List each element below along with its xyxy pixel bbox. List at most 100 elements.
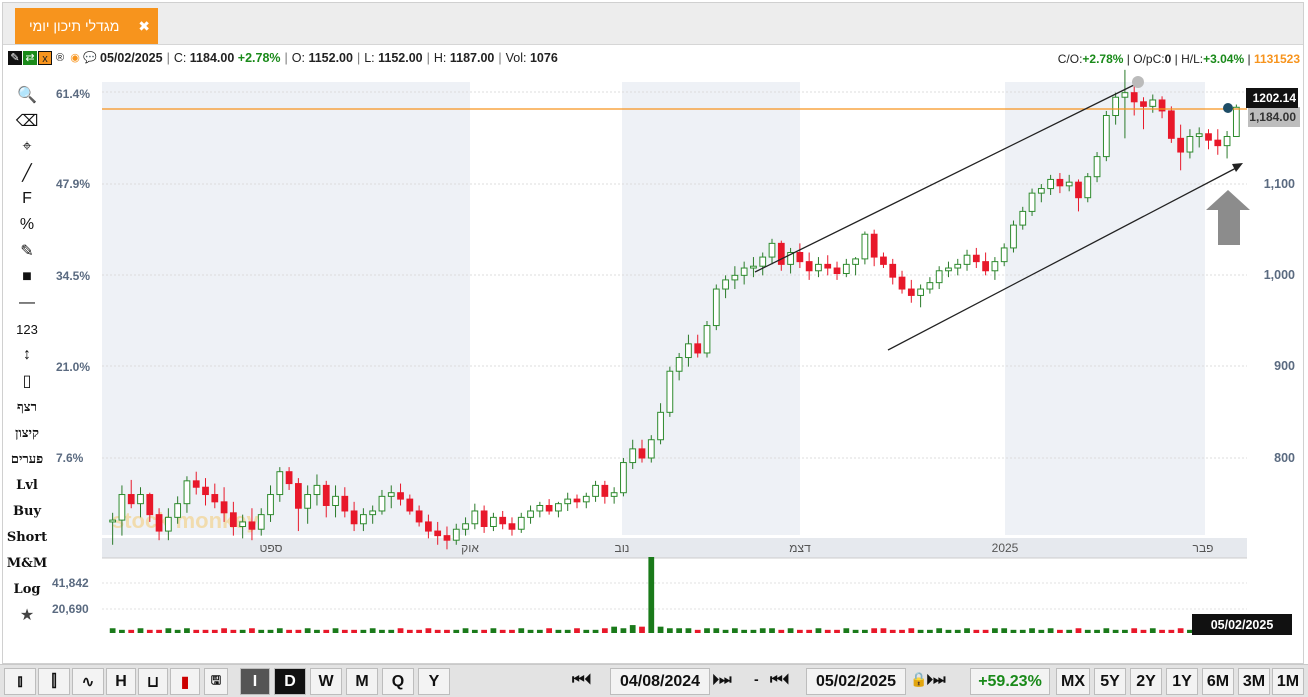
end-first-icon[interactable]: ⏮⏴	[770, 671, 790, 688]
range-end-field[interactable]: 05/02/2025	[806, 668, 906, 695]
candle-body	[220, 501, 228, 514]
volume-bar	[211, 629, 218, 633]
volume-bar	[824, 629, 831, 633]
volume-bar	[230, 629, 237, 633]
candle-body	[852, 258, 859, 265]
candle-body	[350, 510, 358, 525]
candle-body	[768, 242, 776, 258]
candle-body	[694, 343, 702, 354]
period-6m-button[interactable]: 6M	[1202, 668, 1234, 695]
date-axis-label: 2025	[992, 541, 1019, 555]
volume-bar	[1187, 629, 1193, 633]
interval-i-button[interactable]: I	[240, 668, 270, 695]
volume-bar	[806, 629, 813, 633]
volume-bar	[518, 628, 525, 633]
date-axis-label: ספט	[260, 541, 283, 555]
channel-handle	[1132, 76, 1144, 88]
candle-body	[1130, 92, 1138, 103]
candle-chart-button[interactable]: ⫾	[4, 668, 36, 695]
h-chart-button[interactable]: H	[106, 668, 136, 695]
bar-chart-button[interactable]: ⫿	[38, 668, 70, 695]
end-next-icon[interactable]: ⏵⏭	[926, 671, 946, 688]
volume-tick: 41,842	[52, 576, 89, 590]
volume-bar	[889, 629, 896, 633]
volume-bar	[769, 628, 775, 633]
volume-bar	[611, 626, 618, 633]
volume-bar	[137, 628, 144, 633]
candle-body	[1102, 115, 1110, 158]
candle-body	[898, 276, 906, 290]
lock-icon[interactable]: 🔒	[910, 671, 927, 688]
candle-body	[1084, 176, 1092, 199]
volume-bar	[425, 628, 432, 633]
candle-body	[536, 504, 544, 512]
candle-body	[452, 528, 460, 541]
volume-bar	[917, 629, 924, 633]
volume-bar	[360, 629, 367, 633]
volume-bar	[722, 629, 729, 633]
volume-bar	[852, 629, 859, 633]
candle-body	[257, 514, 265, 530]
volume-bar	[982, 629, 989, 633]
volume-bar	[1177, 628, 1184, 633]
volume-bar	[1019, 629, 1026, 633]
candle-body	[805, 261, 813, 272]
volume-bar	[499, 629, 506, 633]
volume-bar	[286, 629, 292, 633]
date-axis-label: פבר	[1193, 541, 1214, 555]
candle-body	[824, 263, 832, 269]
candle-body	[490, 516, 497, 527]
volume-bar	[676, 628, 683, 633]
period-2y-button[interactable]: 2Y	[1130, 668, 1162, 695]
candle-body	[972, 254, 980, 263]
period-5y-button[interactable]: 5Y	[1094, 668, 1126, 695]
volume-tick: 20,690	[52, 602, 89, 616]
start-first-icon[interactable]: ⏮⏴	[572, 671, 592, 688]
volume-bar	[704, 628, 710, 633]
candle-body	[545, 504, 553, 512]
volume-bar	[1038, 629, 1045, 633]
period-3m-button[interactable]: 3M	[1238, 668, 1270, 695]
range-start-field[interactable]: 04/08/2024	[610, 668, 710, 695]
period-1y-button[interactable]: 1Y	[1166, 668, 1198, 695]
volume-bar	[471, 629, 478, 633]
interval-d-button[interactable]: D	[274, 668, 306, 695]
candle-body	[341, 495, 349, 512]
volume-bar	[796, 629, 803, 633]
candle-body	[555, 503, 562, 512]
candle-body	[1205, 133, 1212, 141]
left-percent-tick: 47.9%	[56, 177, 90, 191]
candle-body	[406, 498, 414, 512]
volume-bar	[1094, 629, 1100, 633]
candle-body	[675, 357, 683, 372]
line-chart-button[interactable]: ∿	[72, 668, 104, 695]
period-1m-button[interactable]: 1M	[1272, 668, 1304, 695]
interval-q-button[interactable]: Q	[382, 668, 414, 695]
u-chart-button[interactable]: ⊔	[138, 668, 168, 695]
candle-body	[712, 288, 720, 327]
interval-w-button[interactable]: W	[310, 668, 342, 695]
candle-body	[202, 486, 209, 496]
volume-bar	[1010, 629, 1017, 633]
volume-bar	[258, 629, 265, 633]
period-mx-button[interactable]: MX	[1056, 668, 1090, 695]
volume-bar	[341, 629, 348, 633]
save-icon[interactable]: 🖫	[204, 668, 228, 695]
candle-body	[480, 510, 488, 527]
candle-body	[127, 494, 135, 505]
volume-bar	[369, 628, 376, 633]
candle-body	[211, 494, 219, 503]
volume-bar	[1029, 628, 1035, 633]
candle-body	[1065, 181, 1073, 187]
interval-y-button[interactable]: Y	[418, 668, 450, 695]
volume-bar	[1103, 628, 1110, 633]
heikin-chart-button[interactable]: ▮	[170, 668, 200, 695]
interval-m-button[interactable]: M	[346, 668, 378, 695]
candle-body	[369, 510, 377, 516]
candle-body	[1028, 192, 1036, 212]
candle-body	[109, 519, 117, 523]
start-next-icon[interactable]: ⏵⏭	[712, 671, 732, 688]
volume-bar	[871, 628, 878, 633]
price-chart[interactable]: stock monkey 61.4% 47.9% 34.5% 21.0% 7.6% 1,1…	[0, 0, 1308, 664]
volume-bar	[759, 628, 766, 633]
